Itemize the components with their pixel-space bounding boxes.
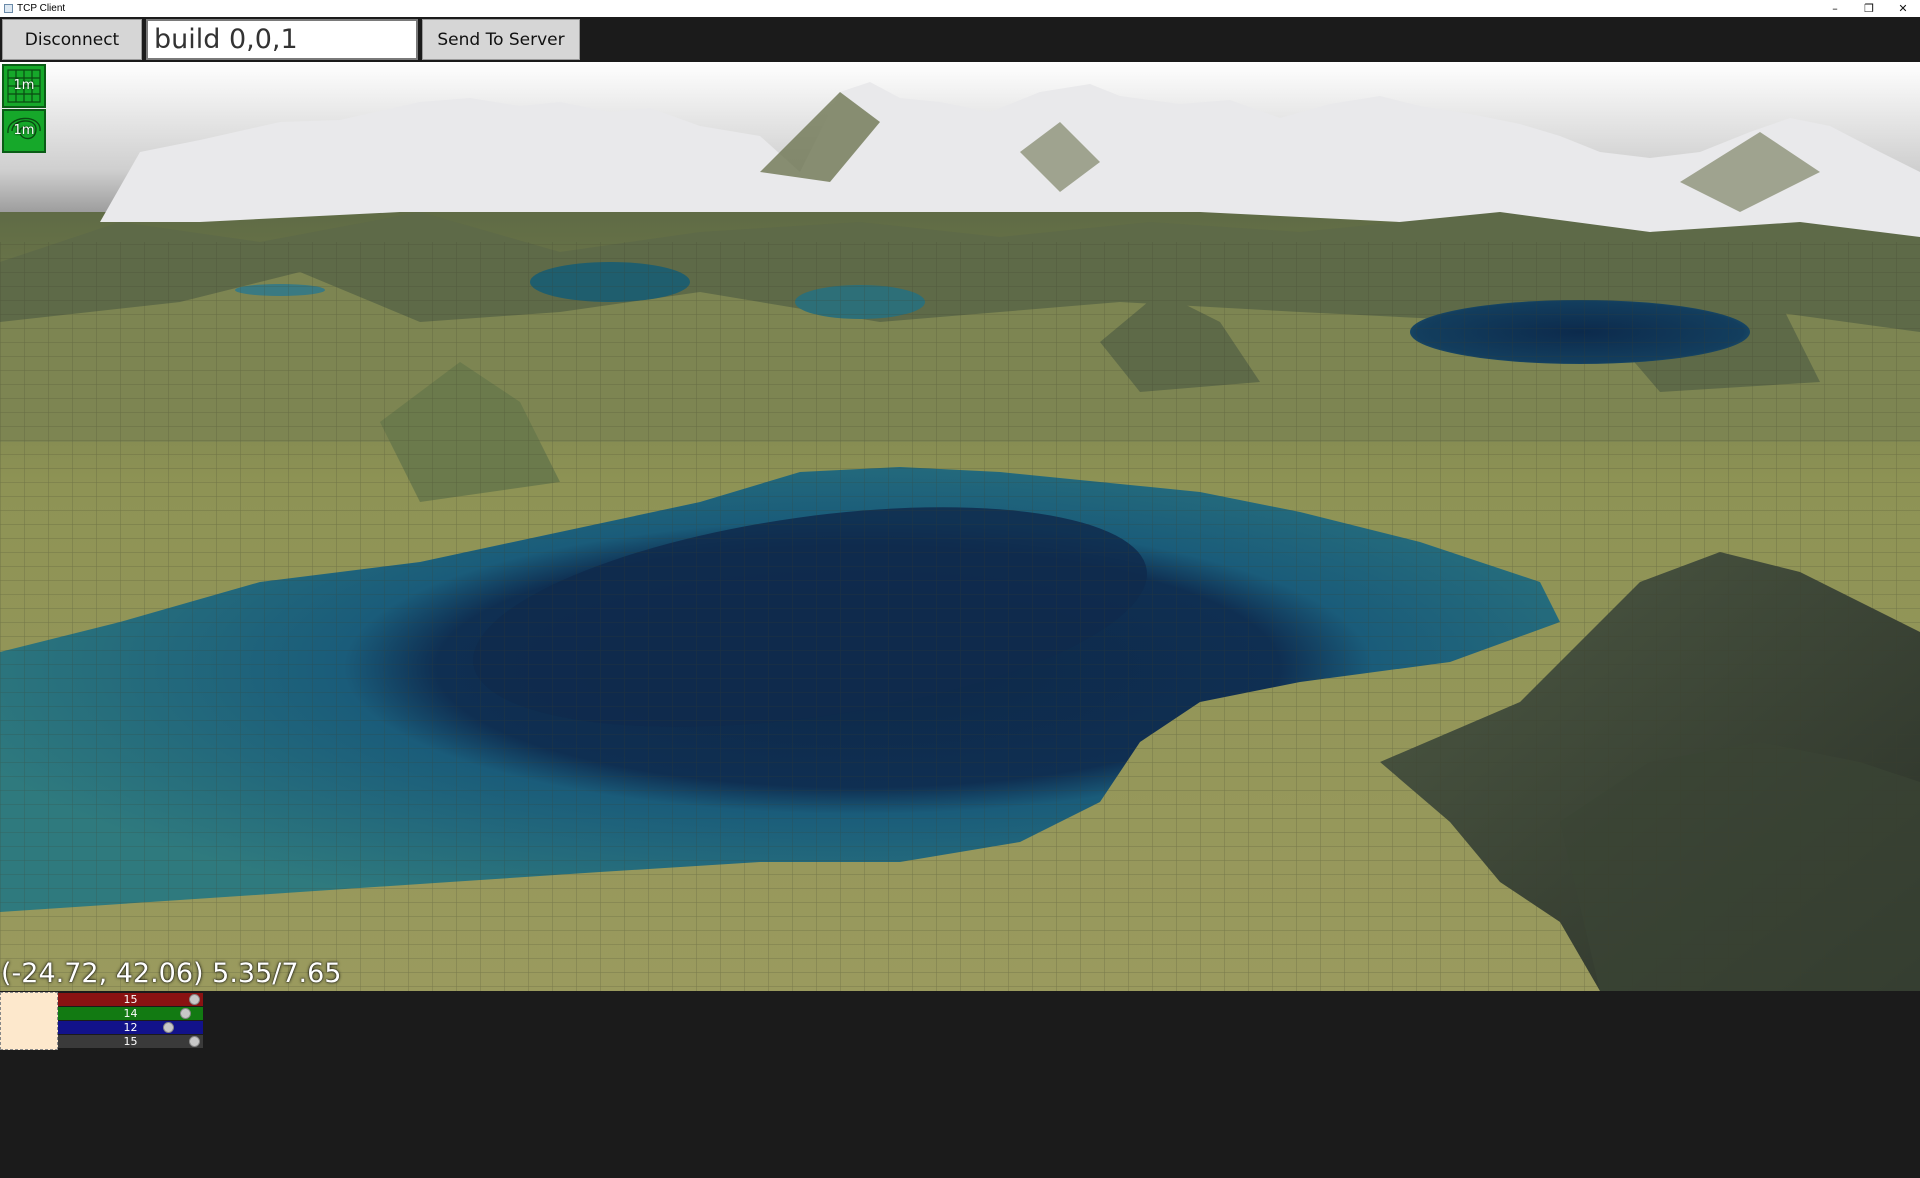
red-slider-knob[interactable] bbox=[189, 994, 200, 1005]
send-to-server-button[interactable]: Send To Server bbox=[422, 19, 580, 60]
window-title: TCP Client bbox=[17, 3, 66, 14]
grid-toggle-button[interactable]: 1m bbox=[2, 64, 46, 108]
alpha-slider-knob[interactable] bbox=[189, 1036, 200, 1047]
coordinates-readout: (-24.72, 42.06) 5.35/7.65 bbox=[1, 958, 342, 989]
red-slider[interactable]: 15 bbox=[58, 993, 203, 1006]
command-input[interactable]: build 0,0,1 bbox=[146, 19, 418, 60]
red-value: 15 bbox=[123, 993, 138, 1006]
close-icon[interactable]: ✕ bbox=[1886, 0, 1920, 17]
blue-slider-knob[interactable] bbox=[163, 1022, 174, 1033]
blue-value: 12 bbox=[123, 1021, 138, 1034]
contour-spacing-label: 1m bbox=[13, 123, 35, 138]
minimize-icon[interactable]: – bbox=[1818, 0, 1852, 17]
disconnect-button[interactable]: Disconnect bbox=[2, 19, 142, 60]
grid-spacing-label: 1m bbox=[13, 78, 35, 93]
terrain-viewport[interactable] bbox=[0, 62, 1920, 991]
green-slider-knob[interactable] bbox=[180, 1008, 191, 1019]
blue-slider[interactable]: 12 bbox=[58, 1021, 203, 1034]
window-controls: – ❐ ✕ bbox=[1818, 0, 1920, 17]
toolbar: Disconnect build 0,0,1 Send To Server bbox=[0, 17, 1920, 62]
window-titlebar: TCP Client – ❐ ✕ bbox=[0, 0, 1920, 17]
app-icon bbox=[4, 4, 13, 13]
color-swatch[interactable] bbox=[0, 992, 58, 1050]
green-slider[interactable]: 14 bbox=[58, 1007, 203, 1020]
contour-toggle-button[interactable]: 1m bbox=[2, 109, 46, 153]
terrain-render bbox=[0, 62, 1920, 991]
alpha-value: 15 bbox=[123, 1035, 138, 1048]
alpha-slider[interactable]: 15 bbox=[58, 1035, 203, 1048]
restore-icon[interactable]: ❐ bbox=[1852, 0, 1886, 17]
